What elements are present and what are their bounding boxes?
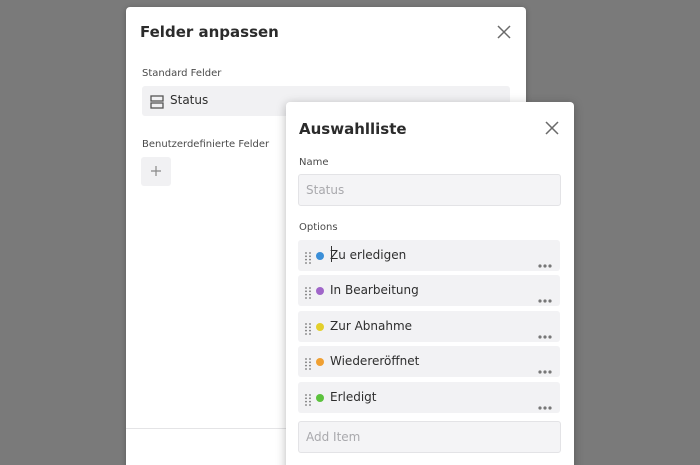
option-item[interactable]: In Bearbeitung xyxy=(298,275,560,306)
add-custom-field-button[interactable] xyxy=(141,157,171,186)
option-label[interactable]: Erledigt xyxy=(330,390,377,404)
color-dot[interactable] xyxy=(316,252,324,260)
plus-icon xyxy=(151,166,161,176)
option-item[interactable]: Zu erledigen xyxy=(298,240,560,271)
color-dot[interactable] xyxy=(316,323,324,331)
drag-handle-icon[interactable] xyxy=(305,355,311,374)
close-icon[interactable] xyxy=(497,25,515,43)
more-options-icon[interactable] xyxy=(538,288,552,307)
option-label[interactable]: Wiedereröffnet xyxy=(330,354,419,368)
name-input[interactable] xyxy=(298,174,561,206)
more-options-icon[interactable] xyxy=(538,395,552,414)
drag-handle-icon[interactable] xyxy=(305,391,311,410)
drag-handle-icon[interactable] xyxy=(305,284,311,303)
custom-fields-label: Benutzerdefinierte Felder xyxy=(142,139,270,150)
panel-title: Felder anpassen xyxy=(140,23,279,41)
color-dot[interactable] xyxy=(316,358,324,366)
option-item[interactable]: Erledigt xyxy=(298,382,560,413)
options-label: Options xyxy=(299,222,338,233)
color-dot[interactable] xyxy=(316,287,324,295)
close-icon[interactable] xyxy=(545,121,563,139)
name-label: Name xyxy=(299,157,329,168)
color-dot[interactable] xyxy=(316,394,324,402)
field-list-icon xyxy=(150,94,164,113)
standard-field-label: Status xyxy=(170,93,209,107)
option-item[interactable]: Zur Abnahme xyxy=(298,311,560,342)
more-options-icon[interactable] xyxy=(538,324,552,343)
standard-fields-label: Standard Felder xyxy=(142,68,222,79)
more-options-icon[interactable] xyxy=(538,359,552,378)
add-item-input[interactable] xyxy=(298,421,561,453)
drag-handle-icon[interactable] xyxy=(305,320,311,339)
more-options-icon[interactable] xyxy=(538,253,552,272)
option-label[interactable]: Zur Abnahme xyxy=(330,319,412,333)
option-label[interactable]: Zu erledigen xyxy=(330,248,406,262)
text-cursor xyxy=(331,246,332,262)
option-item[interactable]: Wiedereröffnet xyxy=(298,346,560,377)
select-list-panel: Auswahlliste Name Options Zu erledigen I… xyxy=(286,102,574,465)
drag-handle-icon[interactable] xyxy=(305,249,311,268)
panel-title: Auswahlliste xyxy=(299,120,407,138)
option-label[interactable]: In Bearbeitung xyxy=(330,283,419,297)
